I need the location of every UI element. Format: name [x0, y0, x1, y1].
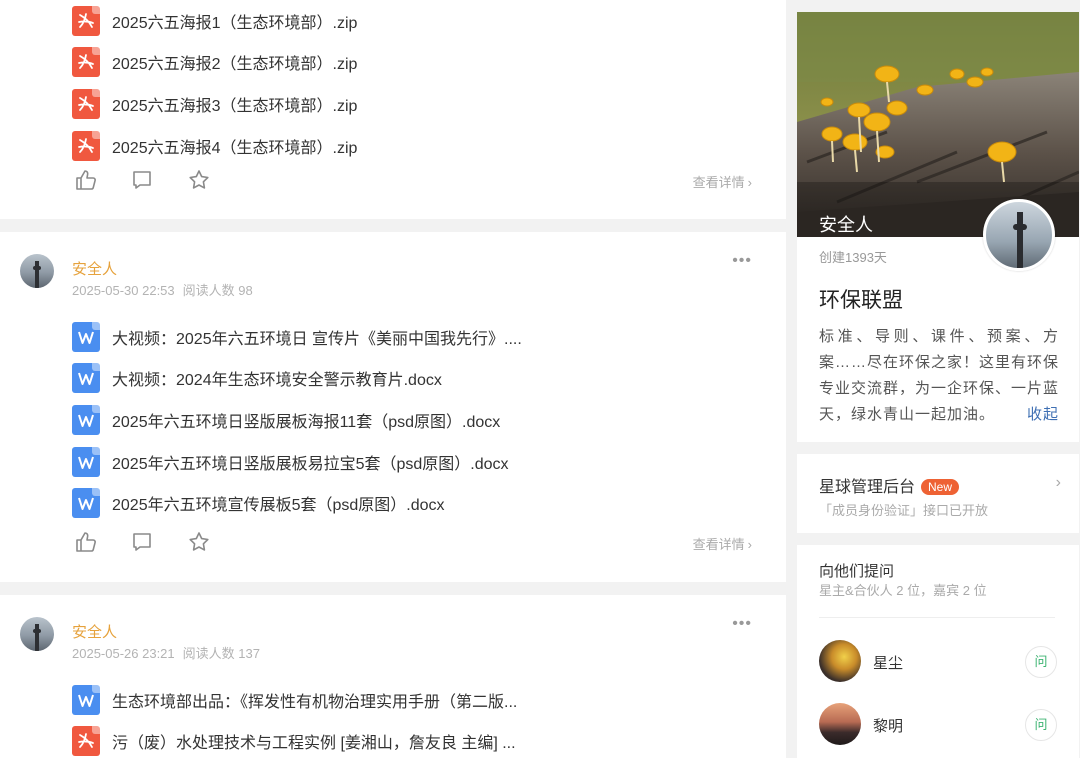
star-icon[interactable]: [187, 168, 211, 192]
word-file-icon: [72, 446, 100, 477]
post-card: 安全人 2025-05-26 23:21 阅读人数 137 ••• 生态环境部出品…: [0, 595, 786, 758]
file-name: 2025年六五环境宣传展板5套（psd原图）.docx: [112, 497, 445, 515]
group-title: 环保联盟: [819, 289, 903, 312]
file-item[interactable]: 2025六五海报4（生态环境部）.zip: [72, 125, 752, 167]
file-name: 2025年六五环境日竖版展板海报11套（psd原图）.docx: [112, 413, 501, 431]
group-description-text: 标准、导则、课件、预案、方案……尽在环保之家！这里有环保专业交流群，为一企环保、…: [819, 328, 1060, 423]
word-file-icon: [72, 404, 100, 435]
divider: [819, 617, 1055, 618]
member-item: 黎明 问: [819, 703, 1057, 747]
file-item[interactable]: 2025年六五环境宣传展板5套（psd原图）.docx: [72, 482, 752, 524]
more-options-icon[interactable]: •••: [732, 253, 752, 269]
post-actions: 查看详情 ›: [74, 530, 752, 556]
avatar[interactable]: [819, 703, 861, 745]
collapse-link[interactable]: 收起: [1027, 402, 1059, 428]
view-detail-link[interactable]: 查看详情 ›: [693, 534, 752, 553]
chevron-right-icon: ›: [747, 537, 752, 552]
avatar[interactable]: [819, 640, 861, 682]
ask-button[interactable]: 问: [1025, 646, 1057, 678]
file-list: 2025六五海报1（生态环境部）.zip 2025六五海报2（生态环境部）.zi…: [72, 0, 752, 166]
file-name: 2025年六五环境日竖版展板易拉宝5套（psd原图）.docx: [112, 455, 509, 473]
chevron-right-icon: ›: [747, 175, 752, 190]
ask-button[interactable]: 问: [1025, 709, 1057, 741]
created-days: 创建1393天: [819, 250, 887, 265]
view-detail-label: 查看详情: [692, 537, 745, 552]
file-name: 生态环境部出品：《挥发性有机物治理实用手册（第二版...: [112, 693, 518, 711]
view-detail-label: 查看详情: [692, 175, 745, 190]
post-date: 2025-05-26 23:21: [72, 646, 175, 661]
pdf-file-icon: [72, 88, 100, 119]
avatar[interactable]: [20, 617, 54, 651]
ask-panel: 向他们提问 星主&合伙人 2 位，嘉宾 2 位 星尘 问 黎明 问: [797, 545, 1079, 758]
pdf-file-icon: [72, 47, 100, 78]
new-badge: New: [921, 479, 960, 495]
file-name: 大视频：2025年六五环境日 宣传片《美丽中国我先行》....: [112, 330, 522, 348]
post-actions: 查看详情 ›: [74, 168, 752, 194]
admin-title: 星球管理后台 New: [819, 473, 960, 497]
post-card: 安全人 2025-05-30 22:53 阅读人数 98 ••• 大视频：2025…: [0, 232, 786, 582]
post-meta: 2025-05-30 22:53 阅读人数 98: [72, 280, 253, 299]
ask-title: 向他们提问: [819, 563, 895, 580]
file-name: 大视频：2024年生态环境安全警示教育片.docx: [112, 372, 442, 390]
comment-icon[interactable]: [130, 530, 154, 554]
word-file-icon: [72, 684, 100, 715]
member-item: 星尘 问: [819, 640, 1057, 684]
post-card: 2025六五海报1（生态环境部）.zip 2025六五海报2（生态环境部）.zi…: [0, 0, 786, 219]
feed: 2025六五海报1（生态环境部）.zip 2025六五海报2（生态环境部）.zi…: [0, 0, 786, 758]
word-file-icon: [72, 488, 100, 519]
star-icon[interactable]: [187, 530, 211, 554]
view-detail-link[interactable]: 查看详情 ›: [693, 172, 752, 191]
post-header: 安全人 2025-05-30 22:53 阅读人数 98 •••: [20, 253, 766, 298]
file-item[interactable]: 2025年六五环境日竖版展板海报11套（psd原图）.docx: [72, 399, 752, 441]
admin-title-text: 星球管理后台: [819, 479, 916, 496]
pdf-file-icon: [72, 5, 100, 36]
member-name[interactable]: 黎明: [873, 715, 903, 736]
file-name: 2025六五海报2（生态环境部）.zip: [112, 56, 358, 74]
read-count: 阅读人数 98: [182, 283, 253, 298]
pdf-file-icon: [72, 726, 100, 757]
file-name: 2025六五海报4（生态环境部）.zip: [112, 139, 358, 157]
group-profile-panel: 安全人 创建1393天 环保联盟 标准、导则、课件、预案、方案……尽在环保之家！…: [797, 12, 1079, 442]
file-item[interactable]: 2025六五海报1（生态环境部）.zip: [72, 0, 752, 42]
thumbs-up-icon[interactable]: [74, 530, 98, 554]
post-meta: 2025-05-26 23:21 阅读人数 137: [72, 643, 260, 662]
read-count: 阅读人数 137: [182, 646, 260, 661]
page: 2025六五海报1（生态环境部）.zip 2025六五海报2（生态环境部）.zi…: [0, 0, 1080, 758]
more-options-icon[interactable]: •••: [732, 616, 752, 632]
post-header: 安全人 2025-05-26 23:21 阅读人数 137 •••: [20, 616, 766, 661]
file-item[interactable]: 生态环境部出品：《挥发性有机物治理实用手册（第二版...: [72, 679, 752, 721]
pdf-file-icon: [72, 130, 100, 161]
member-name[interactable]: 星尘: [873, 652, 903, 673]
author-name[interactable]: 安全人: [72, 621, 117, 642]
group-description: 标准、导则、课件、预案、方案……尽在环保之家！这里有环保专业交流群，为一企环保、…: [819, 324, 1059, 428]
admin-panel[interactable]: 星球管理后台 New 「成员身份验证」接口已开放 ›: [797, 454, 1079, 533]
file-item[interactable]: 2025年六五环境日竖版展板易拉宝5套（psd原图）.docx: [72, 441, 752, 483]
avatar[interactable]: [20, 254, 54, 288]
file-list: 大视频：2025年六五环境日 宣传片《美丽中国我先行》.... 大视频：2024…: [72, 316, 752, 524]
file-item[interactable]: 大视频：2025年六五环境日 宣传片《美丽中国我先行》....: [72, 316, 752, 358]
post-date: 2025-05-30 22:53: [72, 283, 175, 298]
word-file-icon: [72, 321, 100, 352]
ask-subtitle: 星主&合伙人 2 位，嘉宾 2 位: [819, 583, 987, 598]
file-name: 2025六五海报1（生态环境部）.zip: [112, 14, 358, 32]
file-name: 污（废）水处理技术与工程实例 [姜湘山，詹友良 主编] ...: [112, 735, 516, 753]
file-name: 2025六五海报3（生态环境部）.zip: [112, 97, 358, 115]
chevron-right-icon: ›: [1055, 474, 1061, 491]
owner-avatar[interactable]: [983, 199, 1055, 271]
comment-icon[interactable]: [130, 168, 154, 192]
sidebar: 安全人 创建1393天 环保联盟 标准、导则、课件、预案、方案……尽在环保之家！…: [797, 0, 1080, 758]
file-item[interactable]: 2025六五海报3（生态环境部）.zip: [72, 83, 752, 125]
file-list: 生态环境部出品：《挥发性有机物治理实用手册（第二版... 污（废）水处理技术与工…: [72, 679, 752, 758]
file-item[interactable]: 大视频：2024年生态环境安全警示教育片.docx: [72, 358, 752, 400]
word-file-icon: [72, 363, 100, 394]
thumbs-up-icon[interactable]: [74, 168, 98, 192]
file-item[interactable]: 污（废）水处理技术与工程实例 [姜湘山，詹友良 主编] ...: [72, 721, 752, 758]
admin-subtitle: 「成员身份验证」接口已开放: [819, 503, 989, 518]
cover-owner-name: 安全人: [819, 215, 873, 235]
author-name[interactable]: 安全人: [72, 258, 117, 279]
file-item[interactable]: 2025六五海报2（生态环境部）.zip: [72, 42, 752, 84]
